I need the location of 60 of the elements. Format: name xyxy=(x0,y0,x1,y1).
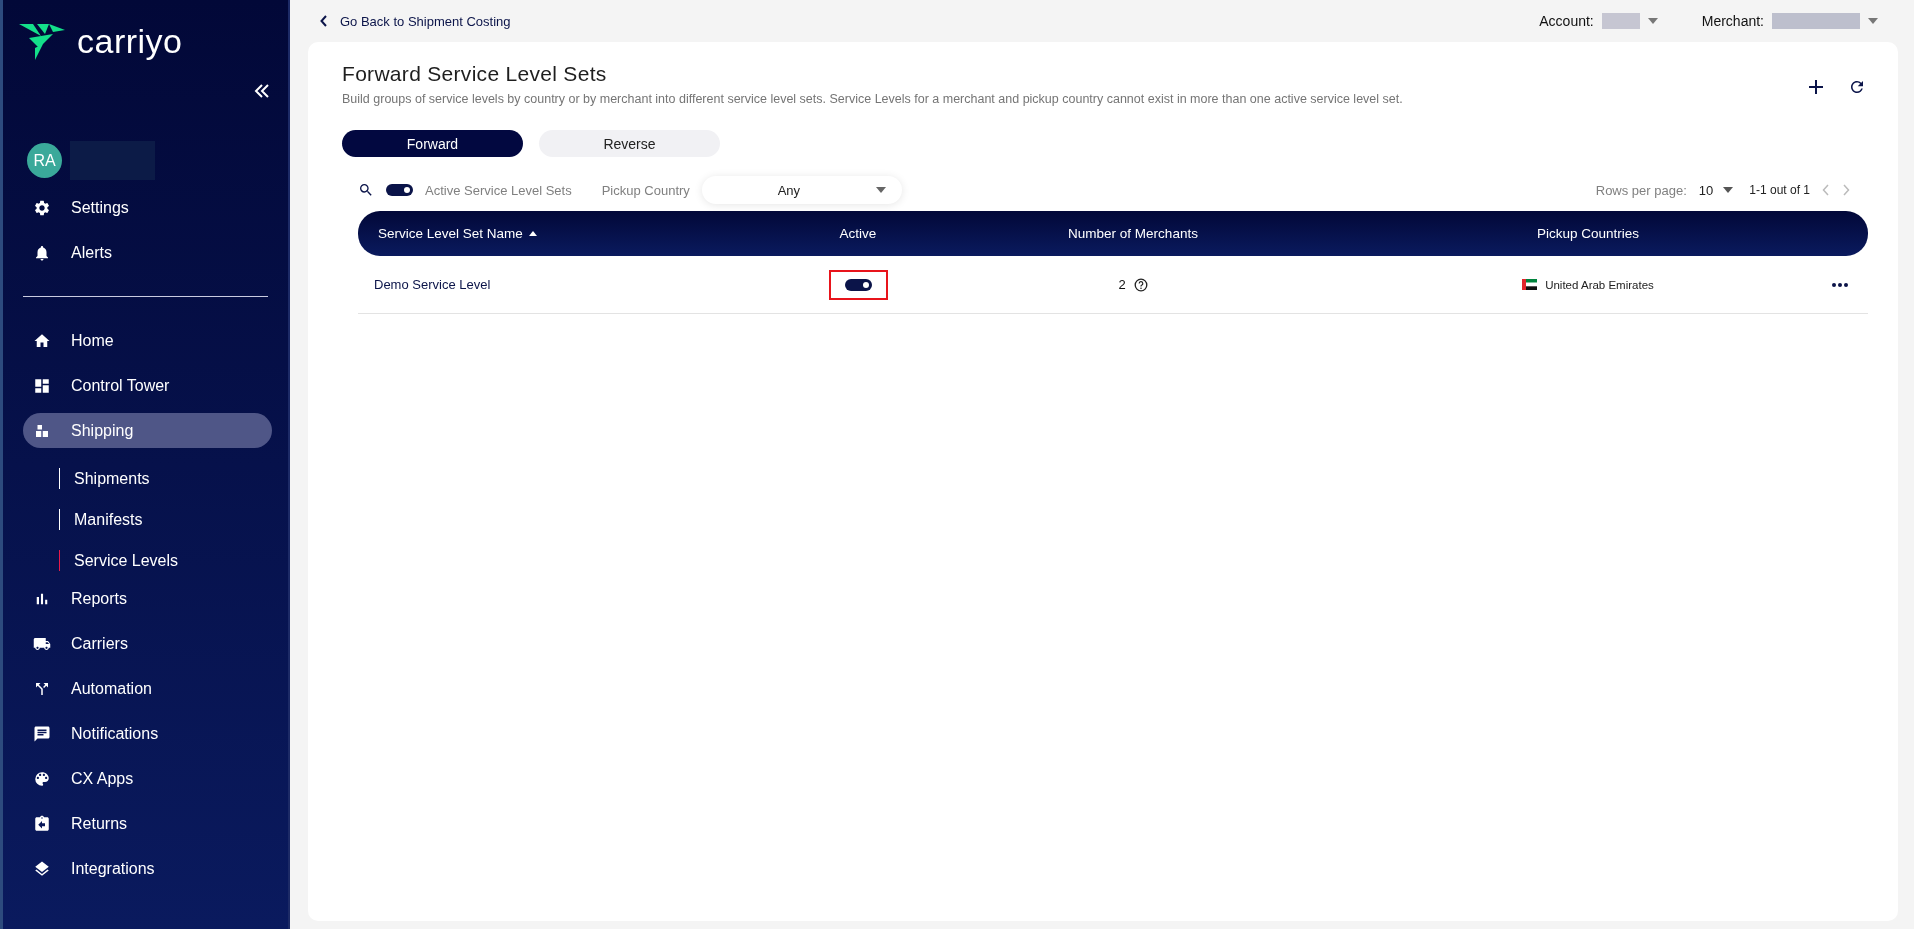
bird-logo-icon xyxy=(19,23,65,60)
redacted-block xyxy=(1601,13,1640,29)
table-cell: United Arab Emirates xyxy=(1545,278,1654,291)
merchant-label: Merchant: xyxy=(1701,13,1764,29)
caret-down-icon xyxy=(1723,187,1734,193)
sidebar-subitem[interactable]: Shipments xyxy=(59,468,150,489)
sidebar-item[interactable]: Returns xyxy=(23,806,272,841)
gear-icon xyxy=(33,198,51,217)
layers-icon xyxy=(33,859,51,878)
page-title: Forward Service Level Sets xyxy=(342,62,608,86)
column-header[interactable]: Active xyxy=(839,226,877,241)
search-icon[interactable] xyxy=(358,182,374,198)
sort-arrow-icon xyxy=(528,231,537,236)
tab[interactable]: Forward xyxy=(342,130,523,157)
caret-down-icon[interactable] xyxy=(1647,18,1658,24)
sidebar-item[interactable]: Notifications xyxy=(23,716,272,751)
add-icon[interactable] xyxy=(1808,79,1824,95)
flag-icon xyxy=(1522,279,1538,290)
sidebar-item[interactable]: Settings xyxy=(23,190,272,225)
refresh-icon[interactable] xyxy=(1848,78,1866,96)
palette-icon xyxy=(33,769,51,788)
sidebar-item[interactable]: Alerts xyxy=(23,235,272,270)
chat-icon xyxy=(33,724,51,743)
rows-per-page-select[interactable]: 10 xyxy=(1698,182,1734,198)
help-icon[interactable] xyxy=(1133,277,1148,292)
sidebar-item[interactable]: Shipping xyxy=(23,413,272,448)
caret-down-icon xyxy=(875,187,886,193)
sidebar-item[interactable]: Carriers xyxy=(23,626,272,661)
bell-icon xyxy=(33,243,51,262)
tab[interactable]: Reverse xyxy=(539,130,720,157)
clipboard-icon xyxy=(33,814,51,833)
filter-label: Active Service Level Sets xyxy=(425,182,572,198)
dashboard-icon xyxy=(33,376,51,395)
logo-wordmark: carriyo xyxy=(77,22,183,61)
sidebar-item[interactable]: Automation xyxy=(23,671,272,706)
page-range: 1-1 out of 1 xyxy=(1749,183,1810,197)
account-label: Account: xyxy=(1539,13,1594,29)
toggle-switch[interactable] xyxy=(386,184,413,196)
column-header[interactable]: Service Level Set Name xyxy=(378,226,523,241)
sidebar-item[interactable]: Home xyxy=(23,323,272,358)
country-dropdown[interactable]: Any xyxy=(701,176,902,204)
sidebar-item[interactable]: Control Tower xyxy=(23,368,272,403)
sidebar-item[interactable]: Reports xyxy=(23,581,272,616)
sidebar-subitem[interactable]: Service Levels xyxy=(59,550,179,571)
chevron-left-icon xyxy=(320,15,328,27)
sidebar-subitem[interactable]: Manifests xyxy=(59,509,143,530)
collapse-icon[interactable] xyxy=(254,83,270,99)
filter-label: Pickup Country xyxy=(601,182,690,198)
more-icon[interactable] xyxy=(1832,282,1848,287)
column-header[interactable]: Pickup Countries xyxy=(1536,226,1640,241)
back-link[interactable]: Go Back to Shipment Costing xyxy=(308,13,511,29)
column-header[interactable]: Number of Merchants xyxy=(1068,226,1198,241)
table-cell[interactable]: Demo Service Level xyxy=(374,277,491,292)
table-cell: 2 xyxy=(1118,277,1126,292)
caret-down-icon[interactable] xyxy=(1868,18,1878,24)
sidebar-item[interactable]: Integrations xyxy=(23,851,272,886)
sidebar-item[interactable]: CX Apps xyxy=(23,761,272,796)
page-description: Build groups of service levels by country or by merchant into different service level sets. Service Levels for a merchant and pickup country cannot exist in more than one active service level set. xyxy=(342,92,1403,106)
rows-per-page-label: Rows per page: xyxy=(1595,182,1687,198)
toggle-switch[interactable] xyxy=(844,278,872,291)
